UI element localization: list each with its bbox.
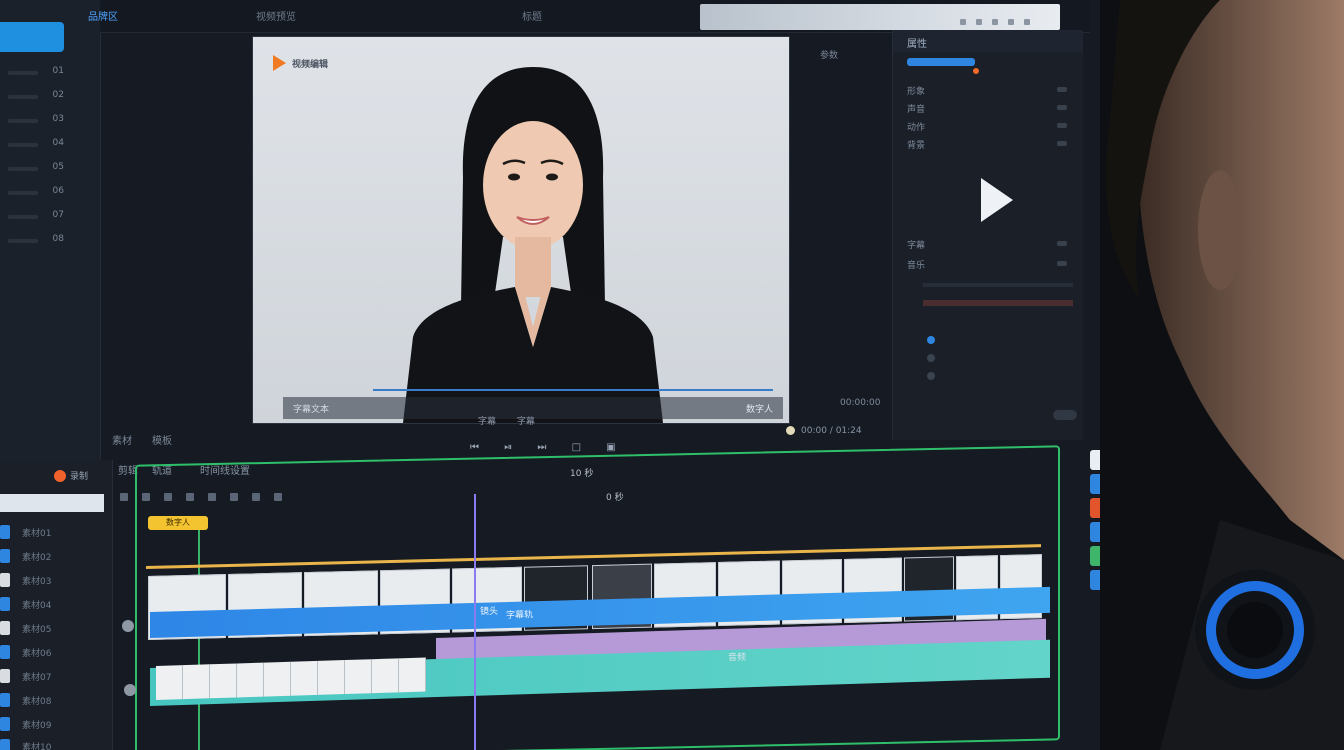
track-mute-icon[interactable] [124,684,136,696]
properties-panel: 属性 形象 声音 动作 背景 字幕 音乐 [892,30,1083,440]
top-menu-item[interactable]: 视频预览 [256,8,296,23]
sidebar-item[interactable]: 05 [8,162,92,176]
editor-screen: 01 02 03 04 05 06 07 08 品牌区 视频预览 标题 视频编辑 [0,0,1130,750]
notification-dot [973,68,979,74]
caption-labels: 字幕 字幕 [478,417,535,427]
preview-viewer[interactable]: 视频编辑 字幕文本 数字人 [252,36,790,424]
window-controls[interactable] [960,10,1040,29]
list-item[interactable]: 素材09 [0,714,112,732]
radio-option[interactable] [927,354,935,362]
brand-label[interactable]: 品牌区 [88,8,118,23]
fullscreen-icon[interactable]: ▣ [606,442,615,453]
property-row[interactable]: 字幕 [907,238,1067,251]
viewer-side-label: 参数 [820,51,839,61]
panel-tabs[interactable]: 素材 模板 [112,432,172,447]
sidebar-item[interactable]: 08 [8,234,92,248]
panel-divider [923,283,1073,287]
playhead[interactable] [474,494,476,750]
left-sidebar: 01 02 03 04 05 06 07 08 [0,0,101,460]
properties-header: 属性 [893,30,1083,52]
list-item[interactable]: 素材02 [0,546,112,564]
play-icon[interactable] [981,178,1013,222]
speaker-device [1195,570,1315,690]
list-item[interactable]: 素材06 [0,642,112,660]
transport-controls[interactable]: ⏮ ⏯ ⏭ □ ▣ [470,442,638,453]
viewer-progress-line [373,389,773,391]
property-row[interactable]: 形象 [907,84,1067,97]
property-row[interactable]: 动作 [907,120,1067,133]
property-row[interactable]: 背景 [907,138,1067,151]
toggle-switch[interactable] [1053,410,1077,420]
radio-option[interactable] [927,336,935,344]
search-input[interactable] [0,494,104,512]
radio-option[interactable] [927,372,935,380]
skip-forward-icon[interactable]: ⏭ [537,442,546,453]
skip-back-icon[interactable]: ⏮ [470,442,479,453]
play-logo-icon [273,55,286,71]
property-row[interactable]: 声音 [907,102,1067,115]
timecode-display: 00:00:00 [840,398,881,408]
left-active-tab[interactable] [0,22,64,52]
clip-caption: 镜头 [480,607,499,617]
highlight-row[interactable] [923,300,1073,306]
status-dot-icon [786,426,795,435]
sidebar-item[interactable]: 01 [8,66,92,80]
app-logo: 视频编辑 [273,55,328,71]
playback-time: 00:00 / 01:24 [786,426,862,436]
list-item[interactable]: 素材10 [0,736,112,750]
presenter-video-frame [403,67,663,423]
active-property-bar[interactable] [907,58,975,66]
audio-track-label: 音频 [728,653,747,663]
sidebar-item[interactable]: 07 [8,210,92,224]
top-bar: 品牌区 视频预览 标题 [88,0,1090,33]
media-browser: 录制 素材01 素材02 素材03 素材04 素材05 素材06 素材07 素材… [0,460,113,750]
crop-icon[interactable]: □ [572,442,581,453]
property-row[interactable]: 音乐 [907,258,1067,271]
sidebar-item[interactable]: 06 [8,186,92,200]
list-item[interactable]: 素材01 [0,522,112,540]
list-item[interactable]: 素材08 [0,690,112,708]
list-item[interactable]: 素材03 [0,570,112,588]
list-item[interactable]: 素材05 [0,618,112,636]
list-item[interactable]: 素材07 [0,666,112,684]
sidebar-item[interactable]: 03 [8,114,92,128]
sidebar-item[interactable]: 04 [8,138,92,152]
window-title: 标题 [522,12,542,23]
play-pause-icon[interactable]: ⏯ [504,442,512,453]
track-lock-icon[interactable] [122,620,134,632]
sidebar-item[interactable]: 02 [8,90,92,104]
list-item[interactable]: 素材04 [0,594,112,612]
record-icon[interactable] [54,470,66,482]
